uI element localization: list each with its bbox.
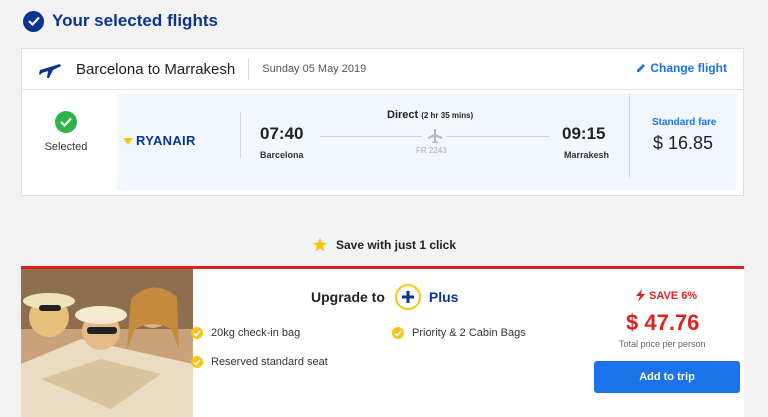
upgrade-title: Upgrade to Plus <box>311 284 458 310</box>
flight-card: Barcelona to Marrakesh Sunday 05 May 201… <box>21 48 744 196</box>
flight-card-header: Barcelona to Marrakesh Sunday 05 May 201… <box>22 49 743 90</box>
upgrade-prefix: Upgrade to <box>311 289 385 305</box>
plus-icon <box>394 284 421 310</box>
save-badge-label: SAVE 6% <box>649 289 698 302</box>
ryanair-harp-icon <box>123 137 133 145</box>
plan-name: Plus <box>428 289 459 305</box>
flight-number: FR 2243 <box>416 146 447 155</box>
direct-label: Direct <box>387 109 419 121</box>
divider <box>240 112 241 158</box>
airline-name: RYANAIR <box>136 133 196 148</box>
lightning-icon <box>636 289 645 302</box>
feature-label: 20kg check-in bag <box>211 327 301 339</box>
price-note: Total price per person <box>619 339 706 349</box>
upgrade-price: $ 47.76 <box>626 310 700 335</box>
check-circle-icon <box>23 10 44 32</box>
divider <box>629 94 630 178</box>
route-line-left <box>320 136 422 137</box>
pencil-icon <box>637 64 646 72</box>
divider <box>248 58 250 80</box>
flight-details-row: RYANAIR 07:40 Barcelona Direct (2 hr 35 m… <box>117 94 737 190</box>
selected-label: Selected <box>44 141 88 153</box>
save-promo-text: Save with just 1 click <box>335 238 457 252</box>
arrival-time: 09:15 <box>562 124 606 143</box>
green-check-icon <box>55 111 77 133</box>
feature-item: 20kg check-in bag <box>191 327 300 339</box>
flight-type: Direct (2 hr 35 mins) <box>387 109 473 121</box>
feature-item: Reserved standard seat <box>191 356 328 368</box>
tick-icon <box>191 356 203 368</box>
fare-name: Standard fare <box>652 117 717 128</box>
departure-city: Barcelona <box>260 150 304 160</box>
page-title: Your selected flights <box>52 11 218 30</box>
departure-time: 07:40 <box>260 124 304 143</box>
small-plane-icon <box>428 129 442 143</box>
page-header: Your selected flights <box>23 10 218 32</box>
feature-item: Priority & 2 Cabin Bags <box>392 327 526 339</box>
flight-date: Sunday 05 May 2019 <box>262 63 367 75</box>
selected-indicator: Selected <box>22 111 110 153</box>
feature-label: Reserved standard seat <box>211 356 328 368</box>
feature-label: Priority & 2 Cabin Bags <box>412 327 526 339</box>
change-flight-link[interactable]: Change flight <box>636 61 727 75</box>
save-promo-line: Save with just 1 click <box>0 237 768 253</box>
arrival-city: Marrakesh <box>564 150 610 160</box>
tick-icon <box>392 327 404 339</box>
add-to-trip-button[interactable]: Add to trip <box>594 361 740 393</box>
change-flight-label: Change flight <box>650 61 727 75</box>
fare-price: $ 16.85 <box>653 133 714 153</box>
tick-icon <box>191 327 203 339</box>
save-badge: SAVE 6% <box>636 289 697 302</box>
airline-logo: RYANAIR <box>123 133 196 148</box>
route-title: Barcelona to Marrakesh <box>76 60 236 78</box>
airplane-icon <box>39 64 61 78</box>
upgrade-card: Upgrade to Plus 20kg check-in bag Priori… <box>21 266 744 417</box>
promo-photo <box>21 269 193 417</box>
flight-duration: (2 hr 35 mins) <box>421 111 474 120</box>
star-icon <box>312 237 328 252</box>
route-line-right <box>447 136 549 137</box>
